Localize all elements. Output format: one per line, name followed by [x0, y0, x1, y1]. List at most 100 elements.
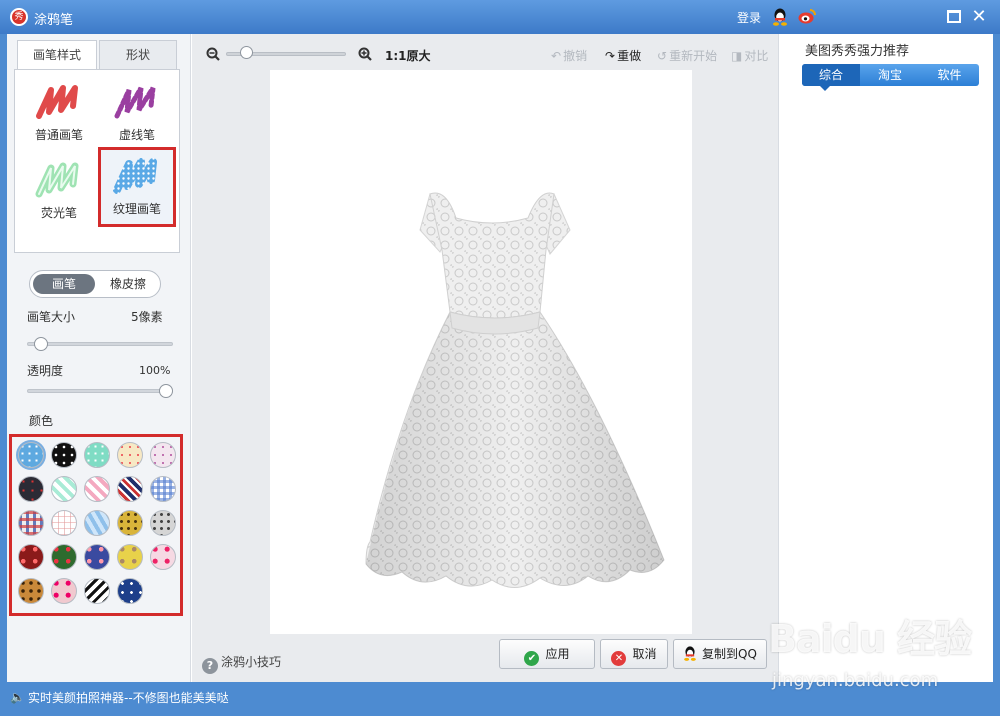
texture-swatch-mint-dots[interactable] [84, 442, 110, 468]
texture-swatch-dark-red-star[interactable] [18, 476, 44, 502]
brush-texture[interactable]: 纹理画笔 [98, 147, 176, 227]
compare-button[interactable]: ◨ 对比 [731, 47, 768, 64]
brush-eraser-toggle: 画笔 橡皮擦 [29, 270, 161, 298]
tab-general[interactable]: 综合 [802, 64, 860, 86]
compare-label: 对比 [744, 49, 769, 63]
texture-swatch-leopard[interactable] [18, 578, 44, 604]
texture-swatch-pink-floral[interactable] [150, 544, 176, 570]
brush-size-slider-knob[interactable] [33, 337, 48, 351]
app-logo-icon: 秀 [10, 8, 28, 26]
apply-button[interactable]: ✔ 应用 [499, 639, 595, 669]
qq-icon[interactable] [772, 8, 788, 26]
apply-label: 应用 [545, 647, 570, 661]
texture-swatch-zebra[interactable] [84, 578, 110, 604]
brush-highlighter[interactable]: 荧光笔 [23, 154, 95, 226]
brush-label: 荧光笔 [40, 206, 77, 220]
texture-swatch-rose-floral[interactable] [51, 578, 77, 604]
tab-software[interactable]: 软件 [920, 64, 979, 86]
opacity-value: 100% [139, 364, 171, 377]
copy-to-qq-button[interactable]: 复制到QQ [673, 639, 767, 669]
texture-brush-icon [113, 158, 157, 194]
compare-icon: ◨ [731, 49, 743, 63]
texture-swatch-pink-sparkle[interactable] [150, 442, 176, 468]
texture-swatch-gold-leopard[interactable] [117, 510, 143, 536]
dress-image [365, 192, 665, 588]
texture-swatch-white-plaid[interactable] [51, 510, 77, 536]
color-label: 颜色 [29, 414, 54, 428]
tab-brush-style[interactable]: 画笔样式 [17, 40, 97, 71]
texture-swatch-red-floral[interactable] [18, 544, 44, 570]
redo-button[interactable]: ↷ 重做 [605, 47, 641, 64]
texture-swatch-mint-stripe[interactable] [51, 476, 77, 502]
login-link[interactable]: 登录 [737, 9, 761, 26]
texture-swatch-blue-white-porcelain[interactable] [117, 578, 143, 604]
texture-swatch-green-floral[interactable] [51, 544, 77, 570]
restart-label: 重新开始 [669, 49, 718, 63]
brush-mode-button[interactable]: 画笔 [33, 274, 95, 294]
texture-swatch-blue-wave[interactable] [84, 510, 110, 536]
brush-size-label: 画笔大小 [27, 310, 76, 324]
window-body: 画笔样式 形状 普通画笔 虚线笔 荧光笔 纹理画笔 画笔 橡皮擦 画笔大小 5像… [7, 34, 993, 682]
tips-label: 涂鸦小技巧 [221, 655, 282, 669]
maximize-button[interactable] [947, 10, 961, 23]
texture-swatch-pink-stripe[interactable] [84, 476, 110, 502]
image-canvas[interactable] [270, 70, 692, 634]
opacity-label: 透明度 [27, 364, 64, 378]
recommend-panel: 美图秀秀强力推荐 综合 淘宝 软件 [778, 34, 993, 682]
cancel-label: 取消 [632, 647, 657, 661]
qq-icon [684, 646, 696, 661]
opacity-slider-knob[interactable] [159, 384, 173, 398]
title-bar: 秀 涂鸦笔 登录 ✕ [0, 0, 1000, 34]
restart-button[interactable]: ↺ 重新开始 [657, 47, 717, 64]
eraser-mode-button[interactable]: 橡皮擦 [98, 274, 158, 294]
texture-swatch-grid [9, 434, 183, 616]
copy-qq-label: 复制到QQ [702, 647, 757, 661]
brush-dashed[interactable]: 虚线笔 [101, 76, 173, 148]
opacity-slider-track[interactable] [27, 389, 173, 393]
texture-swatch-black-dots[interactable] [51, 442, 77, 468]
question-icon: ? [202, 658, 218, 674]
tab-caret [820, 86, 830, 91]
close-button[interactable]: ✕ [970, 8, 988, 26]
tab-taobao[interactable]: 淘宝 [860, 64, 920, 86]
normal-brush-icon [36, 85, 78, 119]
undo-label: 撤销 [563, 49, 588, 63]
brush-size-slider-track[interactable] [27, 342, 173, 346]
restart-icon: ↺ [657, 49, 668, 63]
speaker-icon: 🔈 [10, 690, 25, 704]
tab-shape[interactable]: 形状 [99, 40, 177, 70]
canvas-area: 1:1原大 ↶ 撤销 ↷ 重做 ↺ 重新开始 ◨ 对比 ? 涂鸦小技巧 ✔ 应用… [192, 34, 778, 682]
zoom-in-icon[interactable] [358, 47, 372, 61]
texture-swatch-grey-leopard[interactable] [150, 510, 176, 536]
doodle-tips-link[interactable]: ? 涂鸦小技巧 [202, 653, 281, 674]
texture-swatch-red-plaid[interactable] [18, 510, 44, 536]
brush-style-list: 普通画笔 虚线笔 荧光笔 纹理画笔 [14, 69, 180, 253]
undo-button[interactable]: ↶ 撤销 [551, 47, 587, 64]
brush-label: 普通画笔 [34, 128, 83, 142]
texture-swatch-yellow-floral[interactable] [117, 544, 143, 570]
cancel-icon: ✕ [611, 651, 627, 666]
brush-panel: 画笔样式 形状 普通画笔 虚线笔 荧光笔 纹理画笔 画笔 橡皮擦 画笔大小 5像… [7, 34, 191, 682]
texture-swatch-navy-red-stripe[interactable] [117, 476, 143, 502]
texture-swatch-purple-floral[interactable] [84, 544, 110, 570]
redo-icon: ↷ [605, 49, 616, 63]
recommend-tabs: 综合 淘宝 软件 [802, 64, 979, 86]
brush-normal[interactable]: 普通画笔 [23, 76, 95, 148]
window-title: 涂鸦笔 [34, 13, 74, 28]
actual-size-button[interactable]: 1:1原大 [385, 47, 431, 64]
weibo-icon[interactable] [798, 8, 816, 24]
brush-size-value: 5像素 [131, 310, 163, 324]
texture-swatch-blue-gingham[interactable] [150, 476, 176, 502]
texture-swatch-blue-dots[interactable] [18, 442, 44, 468]
status-text[interactable]: 实时美颜拍照神器--不修图也能美美哒 [28, 689, 229, 706]
watermark-brand: Baidu 经验 [768, 617, 972, 661]
canvas-toolbar: 1:1原大 ↶ 撤销 ↷ 重做 ↺ 重新开始 ◨ 对比 [192, 34, 778, 74]
brush-label: 虚线笔 [118, 128, 155, 142]
cancel-button[interactable]: ✕ 取消 [600, 639, 668, 669]
check-icon: ✔ [524, 651, 540, 666]
zoom-out-icon[interactable] [206, 47, 220, 61]
texture-swatch-cream-dots[interactable] [117, 442, 143, 468]
zoom-slider-knob[interactable] [240, 46, 253, 59]
recommend-title: 美图秀秀强力推荐 [805, 44, 910, 59]
dashed-brush-icon [114, 86, 156, 119]
